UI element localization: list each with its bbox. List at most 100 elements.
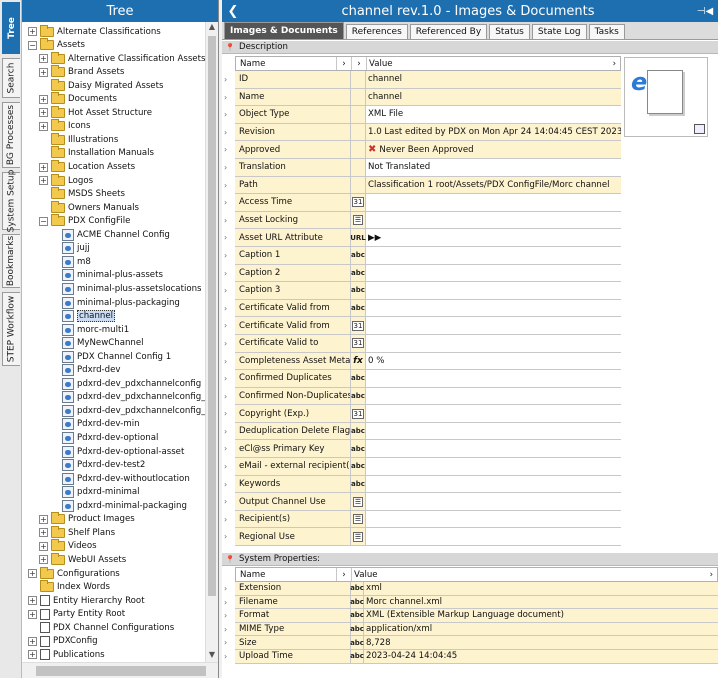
tab-status[interactable]: Status — [489, 24, 530, 39]
tree-node[interactable]: + Alternate Classifications — [28, 24, 161, 38]
tree-node[interactable]: PDX Channel Config 1 — [50, 350, 171, 363]
tree-node[interactable]: MyNewChannel — [50, 337, 144, 350]
property-row[interactable]: › Deduplication Delete Flag abc — [224, 422, 621, 441]
expander-icon[interactable]: + — [39, 176, 48, 186]
tree-node[interactable]: minimal-plus-assets — [50, 269, 163, 282]
property-row[interactable]: › Caption 3 abc — [224, 282, 621, 300]
property-row[interactable]: › Confirmed Duplicates abc — [224, 370, 621, 388]
row-expand-icon[interactable]: › — [224, 75, 233, 84]
property-value[interactable]: Not Translated — [366, 158, 621, 176]
expander-icon[interactable]: − — [28, 40, 37, 50]
value-column-header[interactable]: Value › — [367, 57, 620, 70]
property-value[interactable]: channel — [366, 71, 621, 88]
tree-node[interactable]: morc-multi1 — [50, 323, 129, 336]
expander-icon[interactable]: + — [28, 596, 37, 606]
tree-node[interactable]: + Icons — [39, 119, 90, 133]
tree-node[interactable]: Pdxrd-dev-optional — [50, 432, 158, 445]
property-value[interactable] — [366, 387, 621, 405]
tree-node[interactable]: − Assets — [28, 38, 85, 52]
property-row[interactable]: › Regional Use ☰ — [224, 528, 621, 547]
property-value[interactable]: ▶▶ — [366, 229, 621, 246]
tree-node[interactable]: + Hot Asset Structure — [39, 105, 152, 119]
expander-icon[interactable]: − — [39, 216, 48, 226]
expander-icon[interactable]: + — [39, 121, 48, 131]
tree-node[interactable]: Pdxrd-dev-withoutlocation — [50, 472, 190, 485]
tab-referenced-by[interactable]: Referenced By — [409, 24, 488, 39]
expander-icon[interactable]: + — [28, 609, 37, 619]
vtab-system-setup[interactable]: System Setup — [2, 170, 20, 232]
property-row[interactable]: › Caption 1 abc — [224, 246, 621, 265]
name-column-header[interactable]: Name — [236, 57, 337, 70]
property-value[interactable]: 0 % — [366, 352, 621, 370]
property-row[interactable]: › Certificate Valid from abc — [224, 299, 621, 318]
row-expand-icon[interactable]: › — [224, 357, 233, 366]
tree-node[interactable]: + Party Entity Root — [28, 608, 125, 621]
property-row[interactable]: › Keywords abc — [224, 475, 621, 494]
tree-node[interactable]: pdxrd-dev_pdxchannelconfig — [50, 377, 201, 390]
row-expand-icon[interactable]: › — [224, 128, 233, 137]
system-property-row[interactable]: › Size abc 8,728 — [224, 636, 718, 650]
tree-node[interactable]: channel — [50, 310, 116, 323]
scroll-down-icon[interactable]: ▼ — [206, 650, 218, 662]
row-expand-icon[interactable]: › — [224, 198, 233, 207]
row-expand-icon[interactable]: › — [224, 652, 233, 661]
vtab-bg-processes[interactable]: BG Processes — [2, 102, 20, 168]
property-row[interactable]: › Recipient(s) ☰ — [224, 510, 621, 529]
row-expand-icon[interactable]: › — [224, 638, 233, 647]
property-value[interactable]: XML File — [366, 106, 621, 123]
property-value[interactable] — [366, 194, 621, 211]
expander-icon[interactable]: + — [39, 54, 48, 64]
tree-node[interactable]: pdxrd-dev_pdxchannelconfig_ — [50, 404, 205, 417]
tree-node[interactable]: + Brand Assets — [39, 65, 124, 79]
hscroll-thumb[interactable] — [36, 666, 206, 676]
tree-node[interactable]: + Location Assets — [39, 160, 135, 174]
row-expand-icon[interactable]: › — [224, 427, 233, 436]
value-column-header[interactable]: Value › — [352, 568, 717, 581]
property-row[interactable]: › Access Time 31 — [224, 194, 621, 212]
system-property-row[interactable]: › MIME Type abc application/xml — [224, 622, 718, 637]
tree-node[interactable]: Pdxrd-dev-test2 — [50, 459, 145, 472]
tab-tasks[interactable]: Tasks — [588, 24, 625, 39]
tree-node[interactable]: Index Words — [28, 580, 110, 594]
row-expand-icon[interactable]: › — [224, 304, 233, 313]
tab-references[interactable]: References — [345, 24, 408, 39]
tree-node[interactable]: + Videos — [39, 539, 97, 553]
system-properties-header[interactable]: 📍 System Properties: — [222, 553, 718, 566]
property-value[interactable] — [366, 264, 621, 282]
description-header[interactable]: 📍 Description — [222, 41, 718, 54]
property-row[interactable]: › Revision 1.0 Last edited by PDX on Mon A… — [224, 123, 621, 142]
vtab-search[interactable]: Search — [2, 58, 20, 98]
tree-node[interactable]: + Documents — [39, 92, 117, 106]
expander-icon[interactable]: + — [39, 555, 48, 565]
tree-node[interactable]: + Alternative Classification Assets — [39, 51, 205, 65]
property-row[interactable]: › ID channel — [224, 71, 621, 89]
tree-node[interactable]: + Configurations — [28, 566, 120, 580]
tree-node[interactable]: + WebUI Assets — [39, 552, 126, 566]
tree-node[interactable]: + Logos — [39, 173, 93, 187]
tree-node[interactable]: Installation Manuals — [39, 146, 154, 160]
property-row[interactable]: › Translation Not Translated — [224, 158, 621, 177]
tree-node[interactable]: Pdxrd-dev — [50, 364, 121, 377]
row-expand-icon[interactable]: › — [224, 233, 233, 242]
property-value[interactable] — [366, 211, 621, 229]
tree-node[interactable]: Daisy Migrated Assets — [39, 78, 163, 92]
tree-node[interactable]: ACME Channel Config — [50, 228, 170, 241]
system-property-row[interactable]: › Format abc XML (Extensible Markup Languag… — [224, 609, 718, 623]
property-row[interactable]: ›Completeness Asset Metadatfx 0 % — [224, 352, 621, 371]
row-expand-icon[interactable]: › — [224, 110, 233, 119]
tree-node[interactable]: + Product Images — [39, 512, 135, 526]
system-property-row[interactable]: › Extension abc xml — [224, 582, 718, 596]
icon-column-header[interactable]: › — [352, 57, 367, 70]
row-expand-icon[interactable]: › — [224, 93, 233, 102]
name-column-header[interactable]: Name — [236, 568, 337, 581]
row-expand-icon[interactable]: › — [224, 625, 233, 634]
vtab-step-workflow[interactable]: STEP Workflow — [2, 292, 20, 366]
row-expand-icon[interactable]: › — [224, 181, 233, 190]
property-value[interactable] — [366, 440, 621, 458]
property-value[interactable] — [366, 405, 621, 422]
row-expand-icon[interactable]: › — [224, 163, 233, 172]
row-expand-icon[interactable]: › — [224, 216, 233, 225]
property-row[interactable]: › Asset Locking ☰ — [224, 211, 621, 230]
expander-icon[interactable]: + — [28, 650, 37, 660]
tree-node[interactable]: minimal-plus-assetslocations — [50, 282, 202, 295]
